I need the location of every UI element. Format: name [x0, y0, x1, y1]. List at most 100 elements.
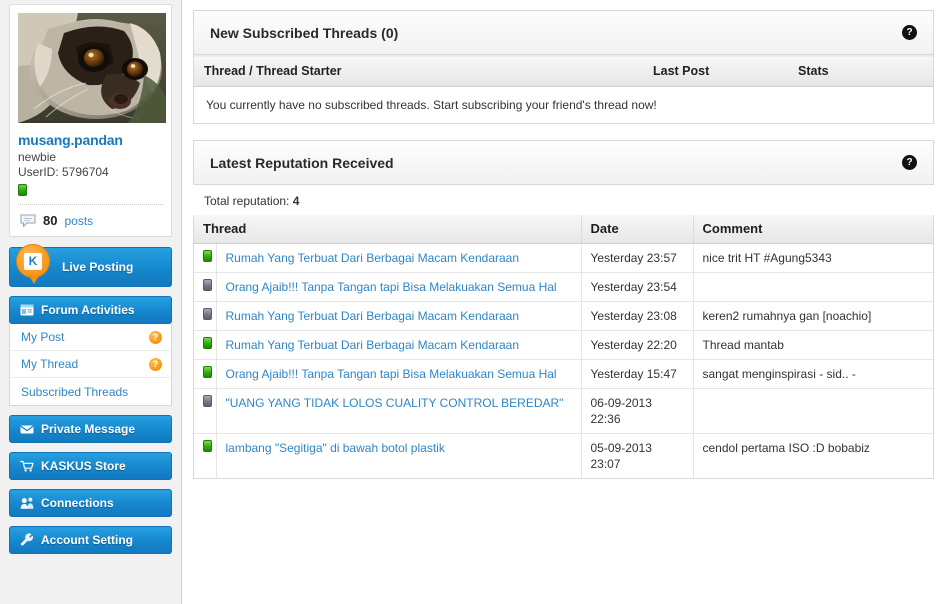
table-header-row: Thread Date Comment — [194, 215, 933, 244]
thread-cell: Orang Ajaib!!! Tanpa Tangan tapi Bisa Me… — [216, 272, 582, 302]
reputation-neutral-icon — [203, 394, 212, 407]
date-cell: Yesterday 23:54 — [581, 272, 694, 302]
connections-icon — [20, 497, 34, 509]
table-row: Rumah Yang Terbuat Dari Berbagai Macam K… — [194, 330, 933, 360]
sidebar: musang.pandan newbie UserID: 5796704 80 … — [0, 0, 182, 604]
reputation-type-cell — [194, 272, 217, 302]
reputation-positive-icon — [203, 439, 212, 452]
total-reputation-value: 4 — [292, 194, 300, 208]
help-icon[interactable]: ? — [902, 155, 917, 170]
speech-bubble-icon — [20, 213, 36, 227]
date-cell: Yesterday 23:57 — [581, 243, 694, 273]
kaskus-k-letter: K — [24, 252, 42, 270]
reputation-type-cell — [194, 359, 217, 389]
sidebar-item-account-setting[interactable]: Account Setting — [9, 526, 172, 554]
posts-label: posts — [64, 213, 94, 228]
total-reputation-label: Total reputation: — [204, 194, 290, 208]
page-root: musang.pandan newbie UserID: 5796704 80 … — [0, 0, 944, 604]
reputation-positive-icon — [203, 336, 212, 349]
reputation-positive-icon — [203, 365, 212, 378]
thread-link[interactable]: Rumah Yang Terbuat Dari Berbagai Macam K… — [226, 338, 520, 352]
table-row: Orang Ajaib!!! Tanpa Tangan tapi Bisa Me… — [194, 359, 933, 389]
sidebar-item-my-thread[interactable]: My Thread ? — [10, 351, 171, 378]
thread-link[interactable]: Rumah Yang Terbuat Dari Berbagai Macam K… — [226, 309, 520, 323]
thread-cell: lambang "Segitiga" di bawah botol plasti… — [216, 433, 582, 478]
table-row-empty: You currently have no subscribed threads… — [194, 87, 933, 124]
help-badge-icon[interactable]: ? — [149, 357, 162, 371]
column-header-stats[interactable]: Stats — [788, 55, 933, 87]
date-cell: 05-09-2013 23:07 — [581, 433, 694, 478]
sidebar-item-live-posting[interactable]: K Live Posting — [9, 244, 172, 287]
sidebar-item-connections[interactable]: Connections — [9, 489, 172, 517]
kaskus-pin-icon: K — [16, 244, 50, 284]
thread-link[interactable]: Orang Ajaib!!! Tanpa Tangan tapi Bisa Me… — [226, 367, 557, 381]
forum-activities-label: Forum Activities — [41, 303, 135, 317]
comment-cell: Thread mantab — [693, 330, 933, 360]
total-reputation: Total reputation: 4 — [193, 185, 934, 215]
comment-cell — [693, 388, 933, 434]
main-content: New Subscribed Threads (0) ? Thread / Th… — [183, 0, 944, 604]
subscribed-threads-title: New Subscribed Threads (0) — [210, 24, 399, 41]
subscribed-threads-panel: New Subscribed Threads (0) ? Thread / Th… — [193, 10, 934, 124]
sidebar-item-kaskus-store[interactable]: KASKUS Store — [9, 452, 172, 480]
column-header-comment[interactable]: Comment — [693, 215, 933, 244]
account-setting-label: Account Setting — [41, 533, 133, 547]
private-message-label: Private Message — [41, 422, 136, 436]
sidebar-item-forum-activities[interactable]: Forum Activities — [9, 296, 172, 324]
connections-label: Connections — [41, 496, 114, 510]
profile-card: musang.pandan newbie UserID: 5796704 80 … — [9, 4, 172, 237]
thread-cell: "UANG YANG TIDAK LOLOS CUALITY CONTROL B… — [216, 388, 582, 434]
forum-activities-submenu: My Post ? My Thread ? Subscribed Threads — [9, 324, 172, 406]
thread-cell: Rumah Yang Terbuat Dari Berbagai Macam K… — [216, 301, 582, 331]
reputation-type-cell — [194, 243, 217, 273]
thread-cell: Orang Ajaib!!! Tanpa Tangan tapi Bisa Me… — [216, 359, 582, 389]
subscribed-threads-table: Thread / Thread Starter Last Post Stats … — [194, 55, 933, 123]
reputation-type-cell — [194, 388, 217, 434]
reputation-bar-icon — [18, 184, 27, 196]
column-header-date[interactable]: Date — [581, 215, 694, 244]
thread-link[interactable]: "UANG YANG TIDAK LOLOS CUALITY CONTROL B… — [226, 396, 564, 410]
empty-state-message: You currently have no subscribed threads… — [206, 98, 657, 112]
comment-cell: cendol pertama ISO :D bobabiz — [702, 440, 870, 455]
avatar-image — [18, 13, 166, 123]
table-header-row: Thread / Thread Starter Last Post Stats — [194, 55, 933, 87]
date-cell: Yesterday 23:08 — [581, 301, 694, 331]
grid-panel-icon — [20, 304, 34, 316]
date-cell: Yesterday 22:20 — [581, 330, 694, 360]
column-header-thread-starter[interactable]: Thread / Thread Starter — [194, 55, 643, 87]
thread-link[interactable]: Rumah Yang Terbuat Dari Berbagai Macam K… — [226, 251, 520, 265]
thread-cell: Rumah Yang Terbuat Dari Berbagai Macam K… — [216, 243, 582, 273]
reputation-type-cell — [194, 301, 217, 331]
column-header-thread[interactable]: Thread — [194, 215, 582, 244]
sidebar-item-my-post[interactable]: My Post ? — [10, 324, 171, 351]
reputation-type-cell — [194, 433, 217, 478]
thread-link[interactable]: Orang Ajaib!!! Tanpa Tangan tapi Bisa Me… — [226, 280, 557, 294]
reputation-neutral-icon — [203, 278, 212, 291]
my-post-label: My Post — [21, 330, 65, 344]
table-row: Rumah Yang Terbuat Dari Berbagai Macam K… — [194, 243, 933, 273]
help-icon[interactable]: ? — [902, 25, 917, 40]
reputation-table-wrapper: Thread Date Comment Rumah Yang Terbuat D… — [193, 215, 934, 479]
table-row: lambang "Segitiga" di bawah botol plasti… — [194, 433, 933, 478]
column-header-last-post[interactable]: Last Post — [643, 55, 788, 87]
sidebar-item-subscribed-threads[interactable]: Subscribed Threads — [10, 378, 171, 405]
reputation-neutral-icon — [203, 307, 212, 320]
posts-row[interactable]: 80 posts — [18, 205, 163, 236]
profile-rank: newbie — [18, 150, 57, 164]
wrench-icon — [20, 533, 34, 546]
profile-userid: UserID: 5796704 — [18, 165, 109, 179]
reputation-type-cell — [194, 330, 217, 360]
reputation-table-body: Rumah Yang Terbuat Dari Berbagai Macam K… — [194, 243, 933, 478]
reputation-title: Latest Reputation Received — [210, 154, 394, 171]
my-thread-label: My Thread — [21, 357, 79, 371]
sidebar-item-private-message[interactable]: Private Message — [9, 415, 172, 443]
date-cell: Yesterday 15:47 — [581, 359, 694, 389]
shopping-cart-icon — [20, 460, 34, 472]
avatar[interactable] — [18, 13, 166, 123]
thread-link[interactable]: lambang "Segitiga" di bawah botol plasti… — [226, 441, 445, 455]
reputation-positive-icon — [203, 249, 212, 262]
help-badge-icon[interactable]: ? — [149, 330, 162, 344]
profile-username[interactable]: musang.pandan — [18, 132, 163, 148]
empty-state-cell: You currently have no subscribed threads… — [194, 87, 933, 124]
reputation-header: Latest Reputation Received ? — [194, 141, 933, 185]
